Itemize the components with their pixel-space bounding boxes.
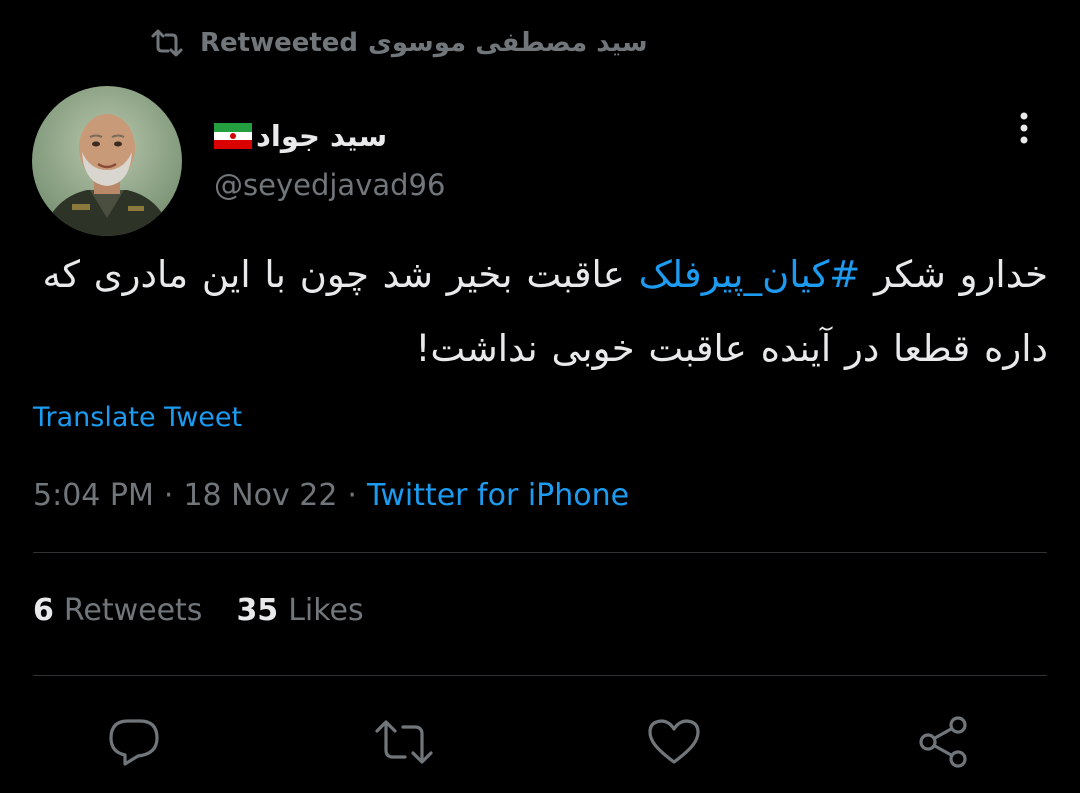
retweet-icon — [150, 28, 184, 58]
author-name[interactable]: سید جواد — [214, 112, 387, 160]
action-bar — [0, 712, 1080, 772]
divider — [33, 675, 1047, 676]
tweet-text: خدارو شکر #کیان_پیرفلک عاقبت بخیر شد چون… — [32, 238, 1049, 386]
hashtag-link[interactable]: #کیان_پیرفلک — [639, 253, 861, 296]
tweet-stats: 6 Retweets 35 Likes — [33, 593, 364, 628]
meta-separator: · — [347, 478, 357, 513]
likes-count: 35 — [236, 593, 279, 628]
author-display-name: سید جواد — [256, 119, 388, 153]
retweets-stat[interactable]: 6 Retweets — [33, 593, 202, 628]
share-button[interactable] — [913, 712, 973, 772]
tweet-date: 18 Nov 22 — [183, 478, 338, 513]
tweet-text-part1: خدارو شکر — [860, 253, 1048, 296]
likes-label: Likes — [288, 593, 364, 628]
retweet-header[interactable]: Retweeted سید مصطفی موسوی — [150, 22, 648, 64]
retweet-button[interactable] — [374, 712, 434, 772]
like-button[interactable] — [644, 712, 704, 772]
retweets-label: Retweets — [63, 593, 203, 628]
share-icon — [916, 715, 970, 769]
translate-tweet-link[interactable]: Translate Tweet — [33, 402, 242, 433]
more-icon — [1018, 110, 1030, 150]
divider — [33, 552, 1047, 553]
retweets-count: 6 — [33, 593, 54, 628]
retweeter-name[interactable]: سید مصطفی موسوی — [368, 28, 647, 58]
retweeted-label: Retweeted — [200, 28, 359, 58]
tweet-time: 5:04 PM — [33, 478, 154, 513]
reply-icon — [107, 717, 161, 767]
tweet-meta: 5:04 PM · 18 Nov 22 · Twitter for iPhone — [33, 478, 629, 513]
like-icon — [647, 718, 701, 766]
more-options-button[interactable] — [1006, 110, 1042, 150]
author-handle[interactable]: @seyedjavad96 — [214, 168, 445, 202]
iran-flag-icon — [214, 123, 252, 149]
likes-stat[interactable]: 35 Likes — [236, 593, 363, 628]
tweet-source-link[interactable]: Twitter for iPhone — [367, 478, 629, 513]
meta-separator: · — [163, 478, 174, 513]
reply-button[interactable] — [104, 712, 164, 772]
avatar[interactable] — [32, 86, 182, 236]
retweet-icon — [374, 718, 434, 766]
